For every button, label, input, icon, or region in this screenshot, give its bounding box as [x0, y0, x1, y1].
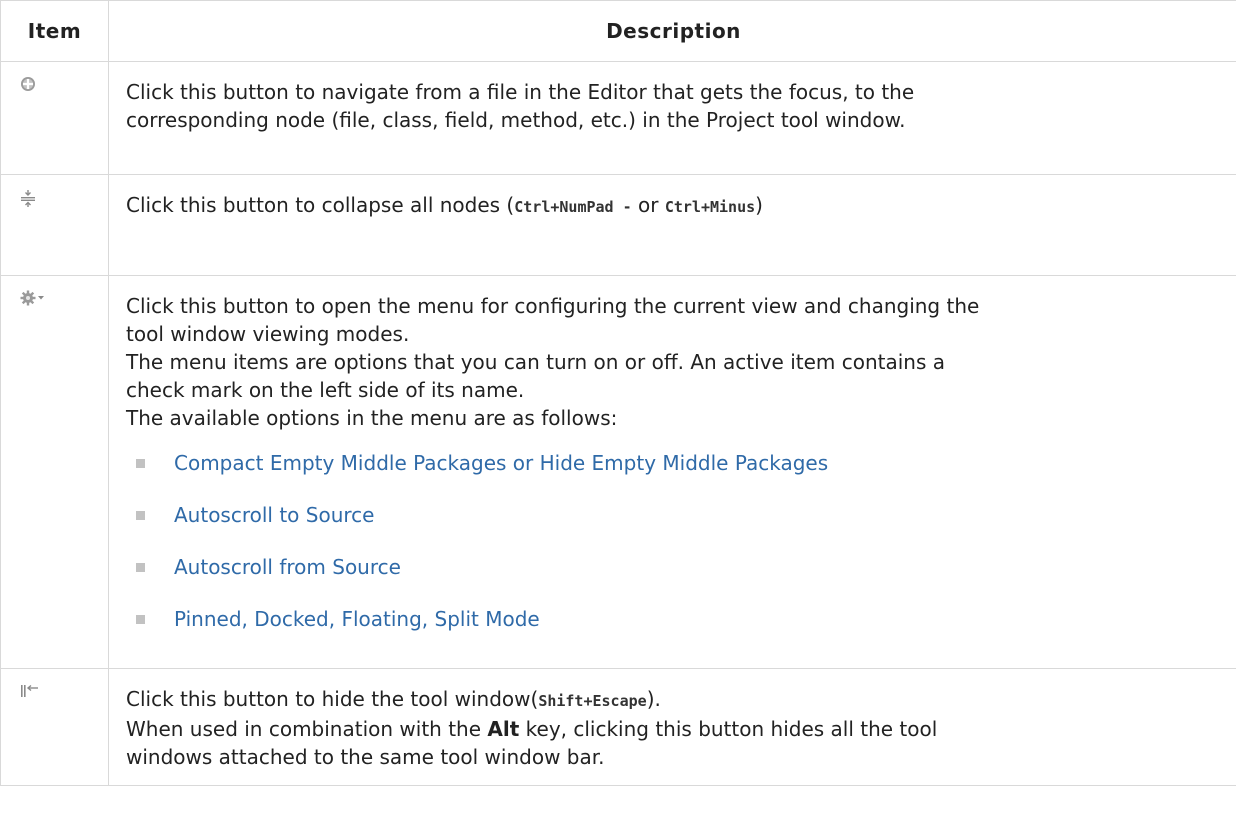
- description-cell: Click this button to hide the tool windo…: [108, 668, 1236, 786]
- description-line: windows attached to the same tool window…: [126, 745, 605, 769]
- options-list: Compact Empty Middle Packages or Hide Em…: [126, 450, 1216, 632]
- description-text: key, clicking this button hides all the …: [519, 717, 938, 741]
- hide-tool-window-icon: [20, 683, 40, 702]
- item-cell: [0, 174, 109, 276]
- shortcut-ctrl-minus: Ctrl+Minus: [664, 198, 756, 216]
- table-row: Click this button to navigate from a fil…: [0, 61, 1236, 175]
- square-bullet-icon: [136, 511, 145, 520]
- square-bullet-icon: [136, 563, 145, 572]
- description-text: or: [631, 193, 665, 217]
- list-item: Autoscroll to Source: [132, 502, 1216, 528]
- description-cell: Click this button to open the menu for c…: [108, 275, 1236, 669]
- square-bullet-icon: [136, 459, 145, 468]
- description-line: The available options in the menu are as…: [126, 406, 618, 430]
- shortcut-ctrl-numpad-minus: Ctrl+NumPad -: [514, 198, 632, 216]
- link-pinned-docked-floating-split-mode[interactable]: Pinned, Docked, Floating, Split Mode: [174, 607, 540, 631]
- description-text: When used in combination with the: [126, 717, 488, 741]
- description-cell: Click this button to navigate from a fil…: [108, 61, 1236, 175]
- list-item: Compact Empty Middle Packages or Hide Em…: [132, 450, 1216, 476]
- item-cell: [0, 61, 109, 175]
- description-line: The menu items are options that you can …: [126, 350, 946, 374]
- table-row: Click this button to hide the tool windo…: [0, 668, 1236, 786]
- autoscroll-from-source-icon: [20, 77, 36, 96]
- item-cell: [0, 668, 109, 786]
- square-bullet-icon: [136, 615, 145, 624]
- column-header-item: Item: [0, 0, 109, 62]
- description-line: Click this button to navigate from a fil…: [126, 80, 915, 104]
- table-row: Click this button to open the menu for c…: [0, 275, 1236, 669]
- description-text: ).: [646, 687, 661, 711]
- link-autoscroll-from-source[interactable]: Autoscroll from Source: [174, 555, 401, 579]
- description-line: corresponding node (file, class, field, …: [126, 108, 906, 132]
- link-compact-empty-middle-packages[interactable]: Compact Empty Middle Packages or Hide Em…: [174, 451, 828, 475]
- description-text: Click this button to collapse all nodes …: [126, 193, 515, 217]
- description-line: Click this button to hide the tool windo…: [126, 685, 1216, 715]
- description-line: Click this button to open the menu for c…: [126, 294, 980, 318]
- shortcut-shift-escape: Shift+Escape: [538, 692, 647, 710]
- table-header-row: Item Description: [0, 0, 1236, 62]
- description-cell: Click this button to collapse all nodes …: [108, 174, 1236, 276]
- description-text: ): [755, 193, 763, 217]
- column-header-description: Description: [108, 0, 1236, 62]
- list-item: Autoscroll from Source: [132, 554, 1216, 580]
- description-line: check mark on the left side of its name.: [126, 378, 525, 402]
- collapse-all-icon: [20, 190, 36, 211]
- description-text: Click this button to hide the tool windo…: [126, 687, 539, 711]
- gear-dropdown-icon: [20, 290, 46, 310]
- link-autoscroll-to-source[interactable]: Autoscroll to Source: [174, 503, 374, 527]
- description-line: tool window viewing modes.: [126, 322, 410, 346]
- item-cell: [0, 275, 109, 669]
- table-row: Click this button to collapse all nodes …: [0, 174, 1236, 276]
- key-alt: Alt: [487, 717, 520, 741]
- list-item: Pinned, Docked, Floating, Split Mode: [132, 606, 1216, 632]
- reference-table: Item Description Click this button to na…: [0, 0, 1236, 786]
- description-line: When used in combination with the Alt ke…: [126, 715, 1216, 743]
